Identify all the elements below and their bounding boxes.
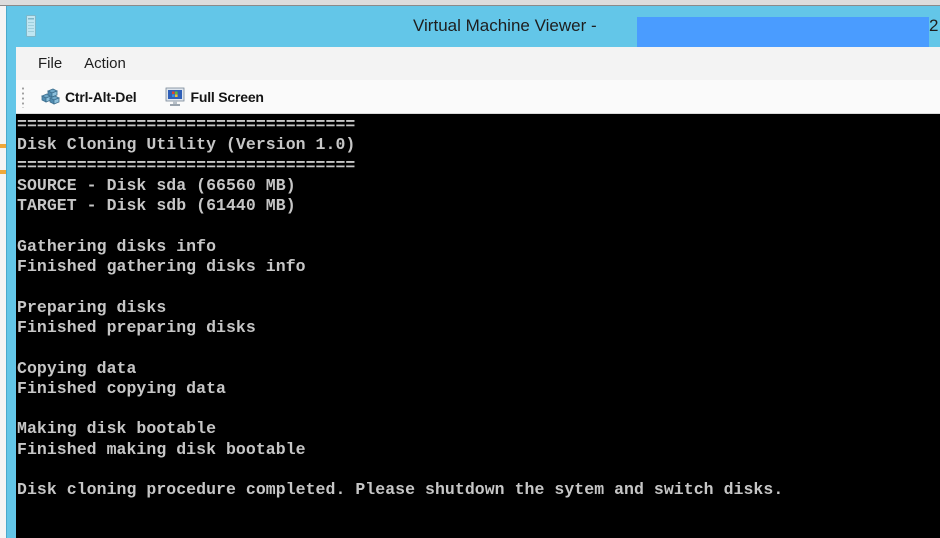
console-line: Disk cloning procedure completed. Please… (17, 480, 784, 500)
console-line: Finished preparing disks (17, 317, 256, 337)
menu-action[interactable]: Action (76, 53, 134, 74)
menu-bar: File Action (16, 47, 940, 80)
console-line: SOURCE - Disk sda (66560 MB) (17, 175, 296, 195)
ctrl-alt-del-icon (41, 88, 60, 105)
title-bar[interactable]: Virtual Machine Viewer - 2 (7, 6, 940, 47)
full-screen-button[interactable]: Full Screen (160, 85, 269, 109)
console-line: Copying data (17, 358, 137, 378)
console-line: Gathering disks info (17, 236, 217, 256)
console-line: TARGET - Disk sdb (61440 MB) (17, 196, 296, 216)
console-line: Making disk bootable (17, 419, 217, 439)
server-icon (26, 15, 36, 37)
console-output: ================================== Disk C… (16, 115, 940, 501)
console-line: Preparing disks (17, 297, 167, 317)
ctrl-alt-del-button[interactable]: Ctrl-Alt-Del (35, 85, 142, 109)
console-line: Finished copying data (17, 378, 226, 398)
console-line: ================================== (17, 155, 356, 175)
vm-console-screen[interactable]: ================================== Disk C… (16, 115, 940, 538)
monitor-icon (166, 87, 185, 106)
toolbar: Ctrl-Alt-Del Full Screen (16, 80, 940, 114)
console-line: Disk Cloning Utility (Version 1.0) (17, 135, 356, 155)
console-line: ================================== (17, 115, 356, 134)
full-screen-label: Full Screen (190, 88, 264, 105)
redacted-title-region (637, 17, 929, 47)
console-line: Finished making disk bootable (17, 439, 306, 459)
toolbar-grip-handle[interactable] (21, 85, 25, 108)
client-area: File Action Ctrl-Alt-Del Full Screen ===… (16, 47, 940, 538)
console-line: Finished gathering disks info (17, 257, 306, 277)
menu-file[interactable]: File (36, 53, 70, 74)
ctrl-alt-del-label: Ctrl-Alt-Del (65, 88, 137, 105)
window-title: Virtual Machine Viewer - (413, 16, 597, 35)
window-title-suffix: 2 (929, 16, 939, 35)
vm-viewer-window: Virtual Machine Viewer - 2 File Action C… (6, 6, 940, 538)
